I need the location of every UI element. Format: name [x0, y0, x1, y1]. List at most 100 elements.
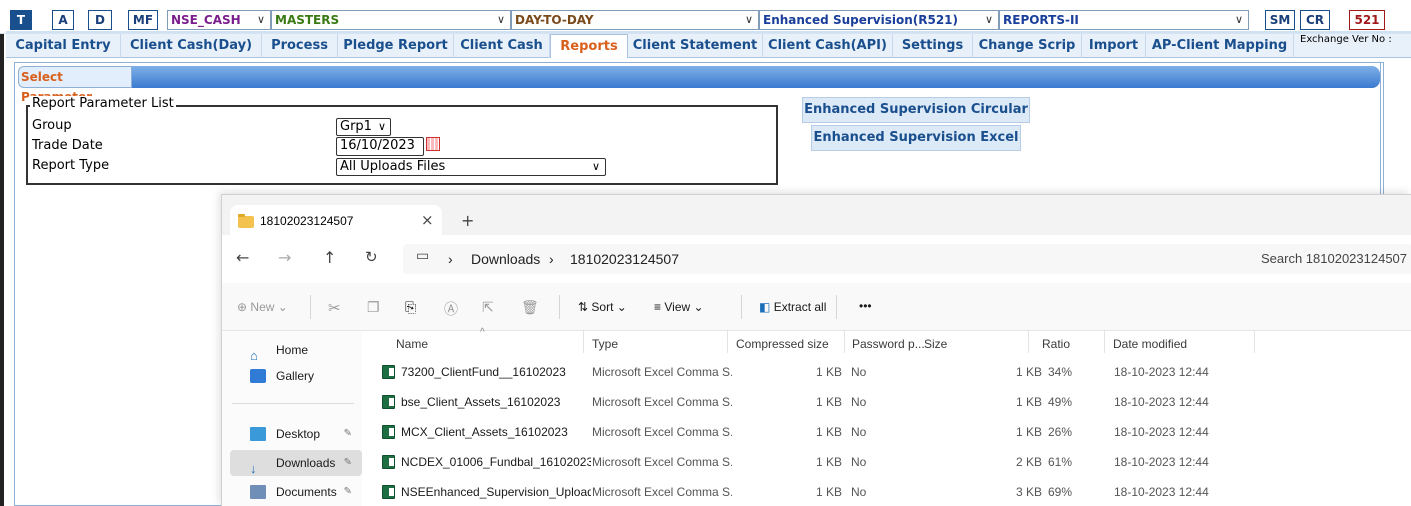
a-button[interactable]: A [52, 10, 74, 30]
share-icon[interactable]: ⇱ [482, 299, 494, 316]
extract-all-label: Extract all [773, 300, 827, 314]
calendar-icon[interactable] [426, 137, 440, 151]
masters-select-value: MASTERS [275, 13, 340, 27]
tab-process[interactable]: Process [262, 34, 338, 58]
file-row[interactable]: bse_Client_Assets_16102023 Microsoft Exc… [362, 388, 1411, 418]
back-icon[interactable]: ← [236, 248, 249, 267]
tab-reports[interactable]: Reports [550, 34, 628, 58]
t-button[interactable]: T [10, 10, 32, 30]
new-button[interactable]: ⊕ New ⌄ [237, 300, 288, 314]
enhanced-supervision-circular-button[interactable]: Enhanced Supervision Circular [802, 97, 1030, 123]
search-input[interactable]: Search 18102023124507 [1249, 244, 1411, 274]
file-type: Microsoft Excel Comma S... [592, 455, 732, 469]
panel-header: Select Parameter [18, 66, 1380, 104]
file-name: bse_Client_Assets_16102023 [401, 395, 561, 409]
tab-client-cash-api[interactable]: Client Cash(API) [763, 34, 893, 58]
breadcrumb-folder[interactable]: 18102023124507 [570, 251, 679, 267]
group-select[interactable]: Grp1 ∨ [336, 118, 391, 136]
tab-client-cash[interactable]: Client Cash [454, 34, 550, 58]
column-header-date[interactable]: Date modified [1113, 337, 1187, 351]
view-icon: ≡ [654, 300, 662, 314]
excel-file-icon [382, 395, 395, 409]
up-icon[interactable]: ↑ [323, 248, 336, 267]
copy-icon[interactable]: ❐ [367, 299, 380, 316]
nav-item-desktop[interactable]: Desktop ✎ [230, 421, 362, 447]
file-password: No [851, 485, 867, 499]
enhanced-select[interactable]: Enhanced Supervision(R521) ∨ [759, 10, 999, 30]
new-tab-icon[interactable]: + [461, 211, 474, 230]
chevron-down-icon: ∨ [377, 120, 386, 133]
sort-caret-icon: ^ [480, 327, 485, 338]
tab-ap-client-mapping[interactable]: AP-Client Mapping [1146, 34, 1294, 58]
file-size: 1 KB [1015, 365, 1042, 379]
nav-item-home[interactable]: ⌂ Home [230, 337, 362, 363]
file-ratio: 49% [1048, 395, 1073, 409]
column-header-compressed[interactable]: Compressed size [736, 337, 829, 351]
enhanced-select-value: Enhanced Supervision(R521) [763, 13, 959, 27]
chevron-right-icon: › [549, 251, 554, 267]
nav-item-documents[interactable]: Documents ✎ [230, 479, 362, 505]
sort-button[interactable]: ⇅ Sort ⌄ [578, 300, 627, 314]
trade-date-input[interactable]: 16/10/2023 [336, 137, 424, 156]
refresh-icon[interactable]: ↻ [365, 248, 378, 266]
file-date: 18-10-2023 12:44 [1114, 395, 1209, 409]
column-header-name[interactable]: Name [396, 337, 428, 351]
forward-icon[interactable]: → [278, 248, 291, 267]
column-header-password[interactable]: Password p... [852, 337, 925, 351]
file-name: NSEEnhanced_Supervision_Upload... [401, 485, 591, 499]
pin-icon[interactable]: ✎ [344, 421, 352, 447]
report-type-select[interactable]: All Uploads Files ∨ [336, 158, 606, 176]
paste-icon[interactable]: ⎘ [405, 299, 416, 316]
tab-settings[interactable]: Settings [893, 34, 973, 58]
file-date: 18-10-2023 12:44 [1114, 485, 1209, 499]
column-header-ratio[interactable]: Ratio [1042, 337, 1070, 351]
file-ratio: 26% [1048, 425, 1073, 439]
computer-icon: ▭ [416, 248, 430, 264]
nav-item-downloads[interactable]: ↓ Downloads ✎ [230, 450, 362, 476]
daytoday-select-value: DAY-TO-DAY [515, 13, 594, 27]
file-compressed-size: 1 KB [815, 425, 842, 439]
tab-import[interactable]: Import [1082, 34, 1146, 58]
tab-capital-entry[interactable]: Capital Entry [6, 34, 121, 58]
mf-button[interactable]: MF [128, 10, 158, 30]
tab-change-scrip[interactable]: Change Scrip [973, 34, 1082, 58]
gallery-icon [250, 369, 266, 383]
excel-file-icon [382, 365, 395, 379]
file-compressed-size: 1 KB [815, 455, 842, 469]
sm-button[interactable]: SM [1265, 10, 1295, 30]
toolbar-separator [559, 295, 560, 319]
tab-pledge-report[interactable]: Pledge Report [338, 34, 454, 58]
tab-client-statement[interactable]: Client Statement [628, 34, 763, 58]
file-row[interactable]: NCDEX_01006_Fundbal_16102023 Microsoft E… [362, 448, 1411, 478]
nav-item-label: Documents [276, 485, 337, 499]
pin-icon[interactable]: ✎ [344, 479, 352, 505]
cut-icon[interactable]: ✂ [328, 299, 341, 317]
column-header-size[interactable]: Size [924, 337, 947, 351]
view-button[interactable]: ≡ View ⌄ [654, 300, 704, 314]
column-header-type[interactable]: Type [592, 337, 618, 351]
cr-button[interactable]: CR [1300, 10, 1330, 30]
file-row[interactable]: NSEEnhanced_Supervision_Upload... Micros… [362, 478, 1411, 506]
reports2-select[interactable]: REPORTS-II ∨ [999, 10, 1249, 30]
plus-circle-icon: ⊕ [237, 300, 248, 314]
pin-icon[interactable]: ✎ [344, 450, 352, 476]
extract-all-button[interactable]: ◧ Extract all [759, 300, 826, 314]
segment-select[interactable]: NSE_CASH ∨ [167, 10, 271, 30]
more-options-icon[interactable]: ••• [859, 299, 872, 313]
masters-select[interactable]: MASTERS ∨ [271, 10, 511, 30]
tab-client-cash-day[interactable]: Client Cash(Day) [121, 34, 262, 58]
rename-icon[interactable]: Ⓐ [444, 299, 458, 319]
enhanced-supervision-excel-button[interactable]: Enhanced Supervision Excel [811, 125, 1021, 151]
d-button[interactable]: D [88, 10, 112, 30]
daytoday-select[interactable]: DAY-TO-DAY ∨ [511, 10, 759, 30]
nav-divider [232, 403, 354, 404]
file-type: Microsoft Excel Comma S... [592, 395, 732, 409]
file-row[interactable]: 73200_ClientFund__16102023 Microsoft Exc… [362, 358, 1411, 388]
delete-icon[interactable]: 🗑 [521, 299, 539, 316]
nav-item-gallery[interactable]: Gallery [230, 363, 362, 389]
reports2-select-value: REPORTS-II [1003, 13, 1079, 27]
breadcrumb-downloads[interactable]: Downloads [471, 251, 540, 267]
excel-file-icon [382, 455, 395, 469]
close-tab-icon[interactable]: × [421, 211, 434, 229]
file-row[interactable]: MCX_Client_Assets_16102023 Microsoft Exc… [362, 418, 1411, 448]
